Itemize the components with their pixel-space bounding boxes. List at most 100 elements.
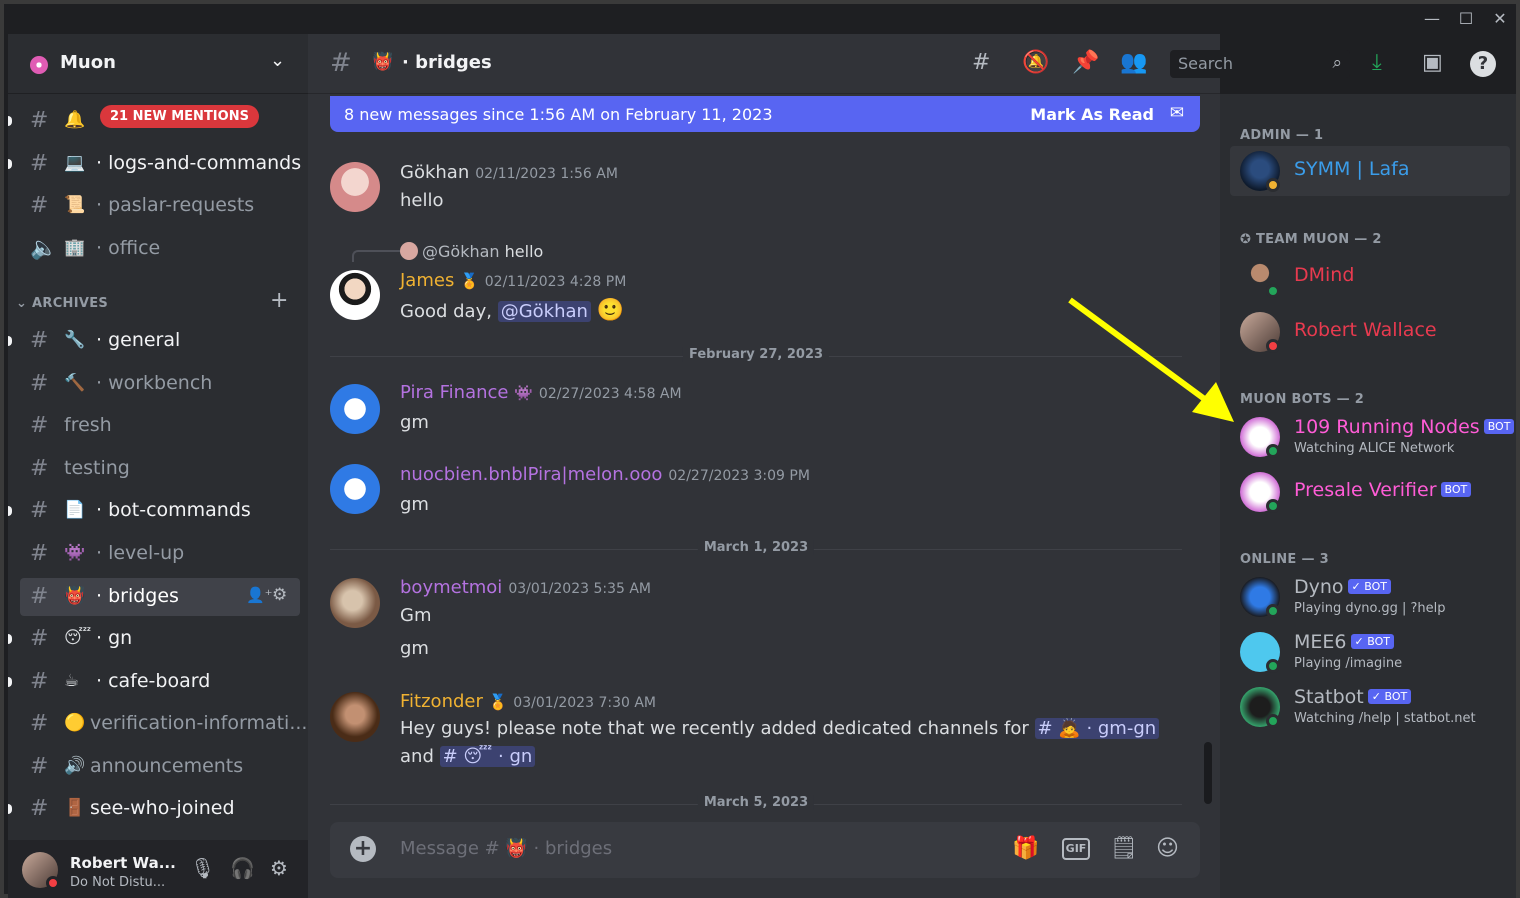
sleeping-face-icon: 😴 <box>64 628 92 648</box>
member-item[interactable]: Statbot ✓ BOT Watching /help | statbot.ne… <box>1230 682 1510 732</box>
mute-bell-icon[interactable]: 🔕 <box>1022 50 1049 75</box>
members-icon[interactable]: 👥 <box>1120 50 1147 75</box>
avatar[interactable] <box>330 692 380 742</box>
message-text: Gm <box>400 605 432 626</box>
channel-name: · level-up <box>96 542 185 564</box>
member-item[interactable]: 109 Running Nodes BOT Watching ALICE Netw… <box>1230 412 1515 462</box>
channel-item[interactable]: # ☕ · cafe-board <box>8 663 300 701</box>
channel-item[interactable]: # 📜 · paslar-requests <box>20 187 300 225</box>
channel-item[interactable]: # 😴 · gn <box>8 620 300 658</box>
pin-icon[interactable]: 📌 <box>1072 50 1099 75</box>
hash-icon: # <box>30 108 49 133</box>
hash-icon: # <box>30 498 49 523</box>
member-item[interactable]: Dyno ✓ BOT Playing dyno.gg | ?help <box>1230 572 1510 622</box>
avatar[interactable] <box>330 270 380 320</box>
gear-icon[interactable]: ⚙ <box>272 585 287 605</box>
gift-icon[interactable]: 🎁 <box>1012 836 1039 861</box>
hash-icon: # <box>30 456 49 481</box>
channel-item[interactable]: # fresh <box>20 407 300 445</box>
channel-item[interactable]: # 📄 · bot-commands <box>8 492 300 530</box>
message-composer[interactable]: + Message # 👹 · bridges 🎁 GIF 🗒 ☺ <box>330 822 1200 878</box>
user-name[interactable]: Robert Wa... <box>70 854 176 872</box>
new-messages-text: 8 new messages since 1:56 AM on February… <box>344 105 773 124</box>
download-icon[interactable]: ⤓ <box>1372 50 1382 75</box>
hash-icon: # <box>330 48 352 78</box>
idle-status-icon <box>1266 178 1280 192</box>
message-author[interactable]: Fitzonder 🏅 03/01/2023 7:30 AM <box>400 691 656 712</box>
headphones-icon[interactable]: 🎧 <box>230 856 255 880</box>
member-name: DMind <box>1294 264 1355 286</box>
avatar[interactable] <box>330 384 380 434</box>
channel-item[interactable]: # 🔔 21 NEW MENTIONS <box>8 102 300 140</box>
member-item[interactable]: DMind <box>1230 252 1510 302</box>
message-input[interactable]: Message # 👹 · bridges <box>400 838 612 859</box>
maximize-icon[interactable]: ☐ <box>1452 8 1480 30</box>
hash-icon: # <box>30 754 49 779</box>
message-author[interactable]: Pira Finance 👾 02/27/2023 4:58 AM <box>400 382 682 403</box>
member-item[interactable]: Presale Verifier BOT <box>1230 467 1510 517</box>
annotation-arrow <box>1068 297 1234 422</box>
chevron-down-icon[interactable]: ⌄ <box>270 50 285 71</box>
bot-tag: ✓ BOT <box>1347 579 1391 594</box>
scrollbar[interactable] <box>1204 742 1212 804</box>
emoji-icon[interactable]: ☺ <box>1156 836 1179 861</box>
channel-item[interactable]: # testing <box>20 450 300 488</box>
close-icon[interactable]: ✕ <box>1486 8 1514 30</box>
bot-tag: BOT <box>1440 482 1472 497</box>
channel-mention[interactable]: # 😴 · gn <box>439 746 536 767</box>
minimize-icon[interactable]: — <box>1418 8 1446 30</box>
server-header[interactable]: Muon ⌄ <box>8 34 308 94</box>
online-status-icon <box>1266 659 1280 673</box>
new-messages-banner[interactable]: 8 new messages since 1:56 AM on February… <box>330 96 1200 132</box>
user-status[interactable]: Do Not Distu... <box>70 875 165 890</box>
message-author[interactable]: Gökhan 02/11/2023 1:56 AM <box>400 162 618 183</box>
microphone-icon[interactable]: 🎙 <box>190 856 215 880</box>
category-archives[interactable]: ⌄ ARCHIVES <box>16 296 108 311</box>
channel-item[interactable]: # 🔧 · general <box>8 322 300 360</box>
sticker-icon[interactable]: 🗒 <box>1110 836 1138 861</box>
gear-icon[interactable]: ⚙ <box>270 856 288 880</box>
bot-tag: ✓ BOT <box>1350 634 1394 649</box>
invite-icon[interactable]: 👤⁺ <box>246 586 273 604</box>
threads-icon[interactable]: # <box>972 50 990 75</box>
mark-as-read-button[interactable]: Mark As Read <box>1030 105 1154 124</box>
message-author[interactable]: James 🏅 02/11/2023 4:28 PM <box>400 270 626 291</box>
channel-item-active[interactable]: # 👹 · bridges 👤⁺ ⚙ <box>20 578 300 616</box>
channel-item[interactable]: # 🚪 see-who-joined <box>8 790 300 828</box>
add-attachment-icon[interactable]: + <box>350 836 376 862</box>
inbox-icon[interactable]: ▣ <box>1422 50 1443 75</box>
hash-icon: # <box>30 151 49 176</box>
reply-connector <box>352 250 400 262</box>
channel-mention[interactable]: # 🙇 · gm-gn <box>1034 718 1160 739</box>
channel-name: announcements <box>90 755 244 777</box>
member-item[interactable]: SYMM | Lafa <box>1230 146 1510 196</box>
member-item[interactable]: MEE6 ✓ BOT Playing /imagine <box>1230 627 1510 677</box>
avatar[interactable] <box>330 162 380 212</box>
member-item[interactable]: Robert Wallace <box>1230 307 1510 357</box>
role-header: ✪ TEAM MUON — 2 <box>1240 232 1382 247</box>
channel-name: · logs-and-commands <box>96 152 302 174</box>
door-icon: 🚪 <box>64 798 86 818</box>
message-author[interactable]: nuocbien.bnblPira|melon.ooo 02/27/2023 3:… <box>400 464 810 485</box>
channel-item[interactable]: # 💻 · logs-and-commands <box>8 145 302 183</box>
add-channel-icon[interactable]: + <box>270 288 288 313</box>
avatar[interactable] <box>330 464 380 514</box>
gif-button[interactable]: GIF <box>1062 838 1090 860</box>
channel-item[interactable]: # 🔊 announcements <box>20 748 300 786</box>
new-mentions-badge[interactable]: 21 NEW MENTIONS <box>100 105 259 128</box>
message-author[interactable]: boymetmoi 03/01/2023 5:35 AM <box>400 577 651 598</box>
channel-item[interactable]: 🔈 🏢 · office <box>20 230 300 268</box>
role-header: ONLINE — 3 <box>1240 552 1329 567</box>
reply-preview[interactable]: @Gökhan hello <box>400 242 543 261</box>
unread-indicator <box>8 159 12 169</box>
user-mention[interactable]: @Gökhan <box>497 301 591 322</box>
channel-name: · general <box>96 329 181 351</box>
member-name: SYMM | Lafa <box>1294 158 1410 180</box>
channel-item[interactable]: # 🔨 · workbench <box>20 365 300 403</box>
user-panel: Robert Wa... Do Not Distu... 🎙 🎧 ⚙ <box>8 840 308 898</box>
search-input[interactable]: Search ⌕ <box>1170 50 1350 78</box>
channel-item[interactable]: # 👾 · level-up <box>20 535 300 573</box>
avatar[interactable] <box>330 578 380 628</box>
channel-item[interactable]: # 🟡 verification-informati... <box>20 705 307 743</box>
help-icon[interactable]: ? <box>1470 51 1496 77</box>
